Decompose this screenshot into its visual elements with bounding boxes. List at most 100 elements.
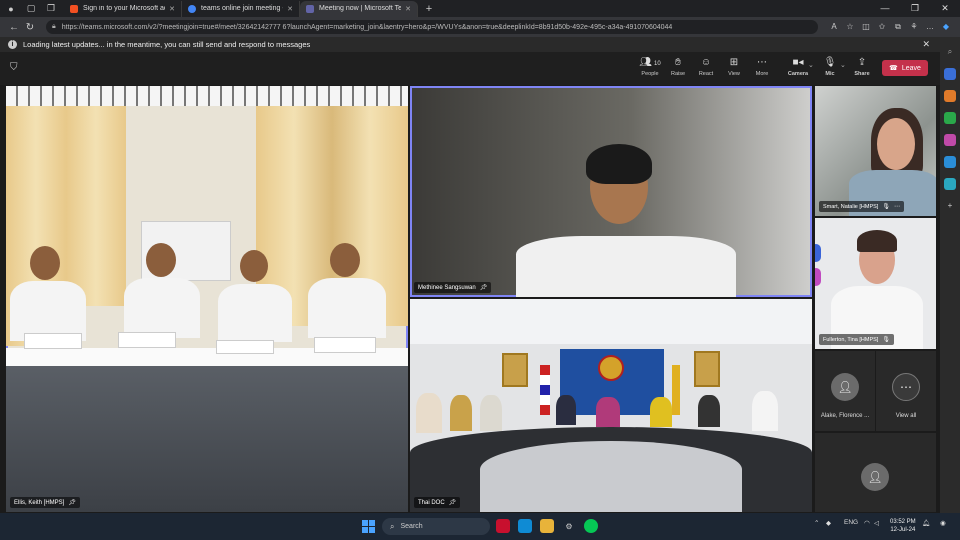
more-options-icon[interactable]: ⋯ — [894, 203, 900, 210]
menu-dots-icon[interactable]: … — [922, 22, 938, 32]
person-seated — [480, 395, 502, 431]
tray-app-icon[interactable]: ◆ — [826, 519, 831, 527]
people-label: People — [641, 71, 659, 77]
participant-name-tag: Ellis, Keith [HMPS] 📌︎ — [10, 497, 80, 508]
drop-icon[interactable] — [944, 178, 956, 190]
google-favicon-icon — [188, 4, 196, 13]
curtain-left-2 — [66, 106, 126, 306]
raise-hand-button[interactable]: ✋︎ Raise — [664, 57, 692, 77]
person-hair — [857, 230, 897, 252]
refresh-icon[interactable]: ↻ — [22, 22, 38, 33]
pin-icon[interactable]: 📌︎ — [480, 284, 488, 291]
wifi-icon[interactable]: ◠ — [864, 519, 870, 527]
extensions-icon[interactable]: ⚘ — [906, 22, 922, 32]
file-explorer-icon[interactable] — [540, 519, 554, 533]
edge-icon[interactable] — [518, 519, 532, 533]
close-tab-icon[interactable]: ✕ — [405, 5, 411, 13]
outlook-icon[interactable] — [944, 156, 956, 168]
mic-off-icon: 🎙︎ — [882, 337, 890, 343]
new-tab-button[interactable]: + — [422, 3, 436, 15]
system-clock[interactable]: 03:52 PM 12-Jul-24 — [890, 518, 916, 534]
tab-actions-icon[interactable]: ❐ — [44, 2, 58, 16]
pin-icon[interactable]: 📌︎ — [68, 499, 76, 506]
shopping-icon[interactable] — [944, 68, 956, 80]
video-tile-speaker[interactable]: Methinee Sangsuwan 📌︎ — [410, 86, 812, 297]
profile-icon[interactable]: ● — [4, 2, 18, 16]
person-head — [30, 246, 60, 280]
avatar: 👤︎ — [831, 373, 859, 401]
view-all-label: View all — [895, 413, 917, 419]
url-text: https://teams.microsoft.com/v2/?meetingj… — [61, 23, 673, 31]
tab-microsoft-signin[interactable]: Sign in to your Microsoft accou... ✕ — [64, 0, 182, 17]
collections-icon[interactable]: ⧉ — [890, 22, 906, 32]
pin-icon[interactable]: 📌︎ — [449, 499, 457, 506]
share-label: Share — [854, 71, 870, 77]
copilot-icon[interactable]: ◆ — [938, 22, 954, 32]
person-hair — [586, 144, 652, 184]
taskbar-search[interactable]: ⌕ Search — [382, 518, 490, 535]
person-seated — [416, 393, 442, 433]
tray-chevron-icon[interactable]: ⌃ — [814, 519, 819, 527]
clock-time: 03:52 PM — [890, 519, 916, 525]
maximize-icon[interactable]: ❐ — [900, 0, 930, 17]
view-all-tile[interactable]: ⋯ View all — [876, 351, 936, 431]
search-icon[interactable]: ⌕ — [944, 46, 956, 58]
share-button[interactable]: ⇪ Share — [848, 57, 876, 77]
windows-taskbar: ⌕ Search ⚙ ⌃ ◆ ENG ◠ ◁ 03:52 PM 12-Jul-2… — [0, 513, 960, 540]
info-icon: i — [8, 40, 17, 49]
minimize-icon[interactable]: — — [870, 0, 900, 17]
video-tile-tina[interactable]: Fullerton, Tina [HMPS] 🎙︎ — [815, 218, 936, 349]
microsoft-favicon-icon — [70, 4, 78, 13]
settings-gear-icon[interactable]: ⚙ — [562, 519, 576, 533]
tab-google-search[interactable]: teams online join meeting - ค้นห... ✕ — [182, 0, 300, 17]
camera-chevron-icon[interactable]: ⌄ — [808, 61, 814, 69]
favorites-icon[interactable]: ✩ — [874, 22, 890, 32]
back-icon[interactable]: ← — [6, 22, 22, 33]
participant-tile-florence[interactable]: 👤︎ Alake, Florence ... — [815, 351, 875, 431]
language-indicator[interactable]: ENG — [844, 519, 858, 526]
split-screen-icon[interactable]: ◫ — [858, 22, 874, 32]
table-front — [6, 366, 408, 512]
close-tab-icon[interactable]: ✕ — [169, 5, 175, 13]
participant-name-tag: Thai DOC 📌︎ — [414, 497, 461, 508]
shield-icon[interactable]: ⛉ — [10, 62, 18, 73]
widgets-icon[interactable]: ◉ — [940, 519, 946, 527]
clock-date: 12-Jul-24 — [890, 527, 916, 533]
favorite-star-icon[interactable]: ☆ — [842, 22, 858, 32]
close-banner-icon[interactable]: ✕ — [922, 39, 930, 50]
person-body — [218, 284, 292, 342]
volume-icon[interactable]: ◁ — [874, 519, 879, 527]
m365-icon[interactable] — [944, 134, 956, 146]
notifications-icon[interactable]: 🔔︎ — [922, 519, 930, 527]
workspaces-icon[interactable]: ▢ — [24, 2, 38, 16]
view-label: View — [728, 71, 740, 77]
mic-chevron-icon[interactable]: ⌄ — [840, 61, 846, 69]
tools-icon[interactable] — [944, 90, 956, 102]
more-button[interactable]: ⋯ More — [748, 57, 776, 77]
people-button[interactable]: 👥︎ 10 People — [636, 57, 664, 77]
camera-label: Camera — [787, 71, 809, 77]
view-button[interactable]: ⊞ View — [720, 57, 748, 77]
leave-button[interactable]: ☎ Leave — [882, 60, 928, 76]
video-tile-natalie[interactable]: Smart, Natalie [HMPS] 🎙︎ ⋯ — [815, 86, 936, 216]
search-placeholder: Search — [400, 523, 423, 530]
person-seated — [650, 397, 672, 427]
app-icon-red[interactable] — [496, 519, 510, 533]
close-window-icon[interactable]: ✕ — [930, 0, 960, 17]
add-icon[interactable]: + — [944, 200, 956, 212]
windows-start-icon[interactable] — [362, 520, 375, 533]
video-tile-main[interactable]: Ellis, Keith [HMPS] 📌︎ — [6, 86, 408, 512]
lock-icon[interactable]: 🔒︎ — [52, 23, 56, 31]
participant-name: Thai DOC — [418, 499, 445, 506]
line-app-icon[interactable] — [584, 519, 598, 533]
tab-teams-meeting[interactable]: Meeting now | Microsoft Teams ✕ — [300, 0, 418, 17]
close-tab-icon[interactable]: ✕ — [287, 5, 293, 13]
self-view-tile[interactable]: 👤︎ — [815, 433, 936, 512]
url-field[interactable]: 🔒︎ https://teams.microsoft.com/v2/?meeti… — [46, 20, 818, 34]
read-aloud-icon[interactable]: A — [826, 22, 842, 32]
games-icon[interactable] — [944, 112, 956, 124]
video-tile-room[interactable]: Thai DOC 📌︎ — [410, 299, 812, 512]
flag-yellow — [672, 365, 680, 415]
react-button[interactable]: ☺ React — [692, 57, 720, 77]
tab-title: teams online join meeting - ค้นห... — [201, 5, 283, 12]
